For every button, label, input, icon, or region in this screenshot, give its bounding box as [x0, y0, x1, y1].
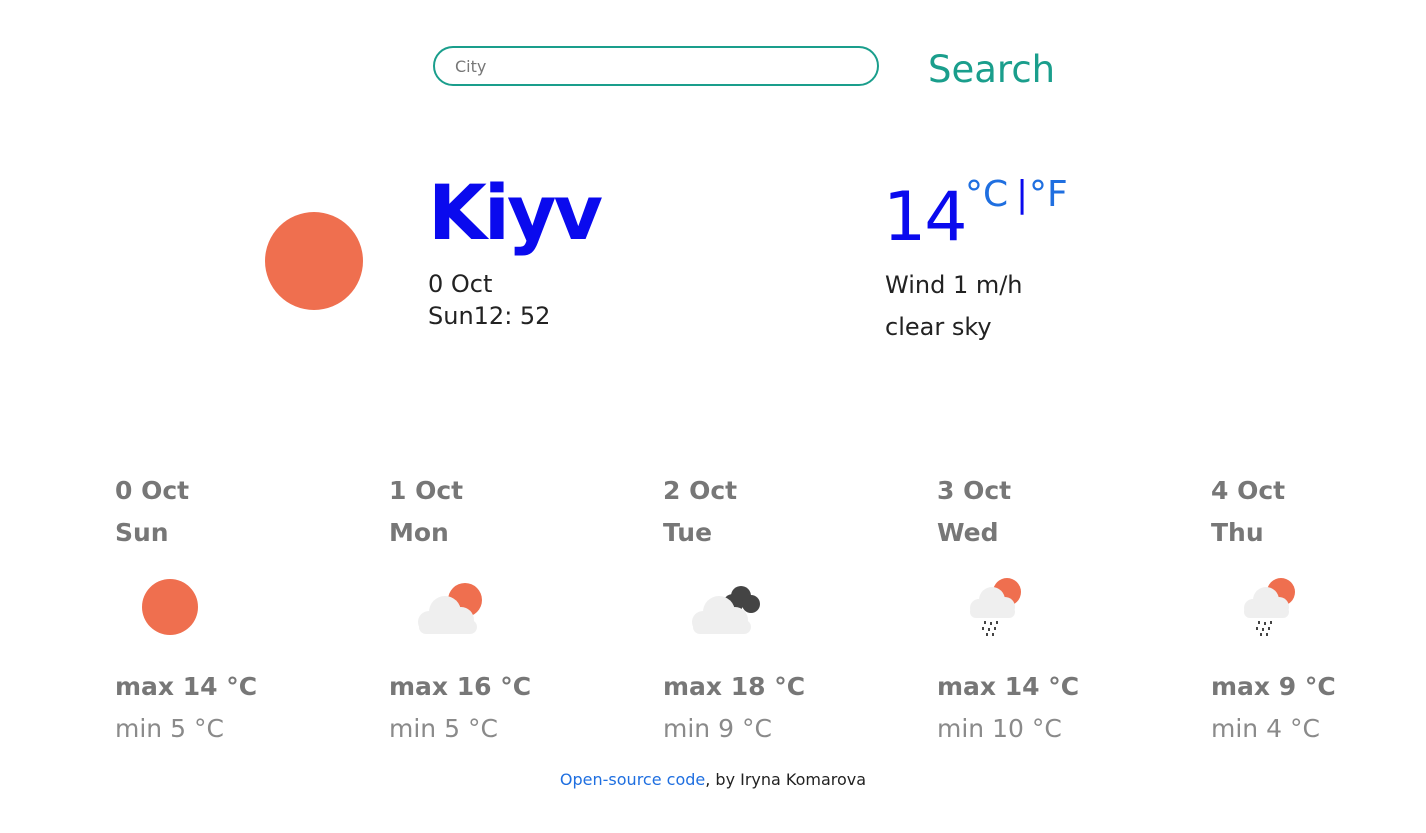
forecast-day: 1 Oct Mon max 16 °C min 5 °C	[389, 474, 609, 744]
partly-cloudy-icon	[418, 583, 482, 634]
forecast-day: 4 Oct Thu max 9 °C min 4 °C	[1211, 474, 1426, 744]
forecast-weekday: Thu	[1211, 518, 1264, 547]
forecast-max-temp: max 9 °C	[1211, 672, 1336, 701]
weather-description: clear sky	[885, 313, 992, 341]
wind-speed: Wind 1 m/h	[885, 271, 1023, 299]
rain-sun-icon	[1244, 578, 1295, 636]
open-source-link[interactable]: Open-source code	[560, 770, 705, 789]
footer: Open-source code, by Iryna Komarova	[0, 768, 1426, 792]
celsius-link[interactable]: °C	[965, 172, 1008, 218]
forecast-day: 3 Oct Wed max 14 °C min 10 °C	[937, 474, 1157, 744]
city-name: Kiyv	[428, 168, 603, 257]
forecast-min-temp: min 9 °C	[663, 714, 772, 743]
sun-icon	[265, 212, 363, 310]
forecast-weekday: Tue	[663, 518, 713, 547]
forecast-date: 0 Oct	[115, 476, 190, 505]
forecast-date: 3 Oct	[937, 476, 1012, 505]
forecast-min-temp: min 10 °C	[937, 714, 1062, 743]
sun-icon	[142, 579, 198, 635]
forecast-date: 2 Oct	[663, 476, 738, 505]
forecast-weekday: Mon	[389, 518, 449, 547]
forecast-weekday: Wed	[937, 518, 999, 547]
forecast-max-temp: max 14 °C	[115, 672, 258, 701]
current-date: 0 Oct	[428, 270, 493, 298]
forecast-max-temp: max 14 °C	[937, 672, 1080, 701]
cloudy-icon	[692, 586, 760, 634]
current-temperature: 14	[883, 178, 968, 257]
forecast-weekday: Sun	[115, 518, 169, 547]
fahrenheit-link[interactable]: °F	[1029, 172, 1068, 218]
author-credit: , by Iryna Komarova	[705, 770, 867, 789]
forecast-min-temp: min 5 °C	[115, 714, 224, 743]
forecast-max-temp: max 18 °C	[663, 672, 806, 701]
rain-sun-icon	[970, 578, 1021, 636]
forecast-day: 2 Oct Tue max 18 °C min 9 °C	[663, 474, 883, 744]
forecast-date: 4 Oct	[1211, 476, 1286, 505]
forecast-date: 1 Oct	[389, 476, 464, 505]
forecast-min-temp: min 5 °C	[389, 714, 498, 743]
forecast-min-temp: min 4 °C	[1211, 714, 1320, 743]
forecast-max-temp: max 16 °C	[389, 672, 532, 701]
unit-separator: |	[1016, 174, 1029, 215]
forecast-day: 0 Oct Sun max 14 °C min 5 °C	[115, 474, 335, 744]
current-day-time: Sun12: 52	[428, 302, 551, 330]
city-search-input[interactable]	[433, 46, 879, 86]
search-button[interactable]: Search	[928, 45, 1055, 95]
